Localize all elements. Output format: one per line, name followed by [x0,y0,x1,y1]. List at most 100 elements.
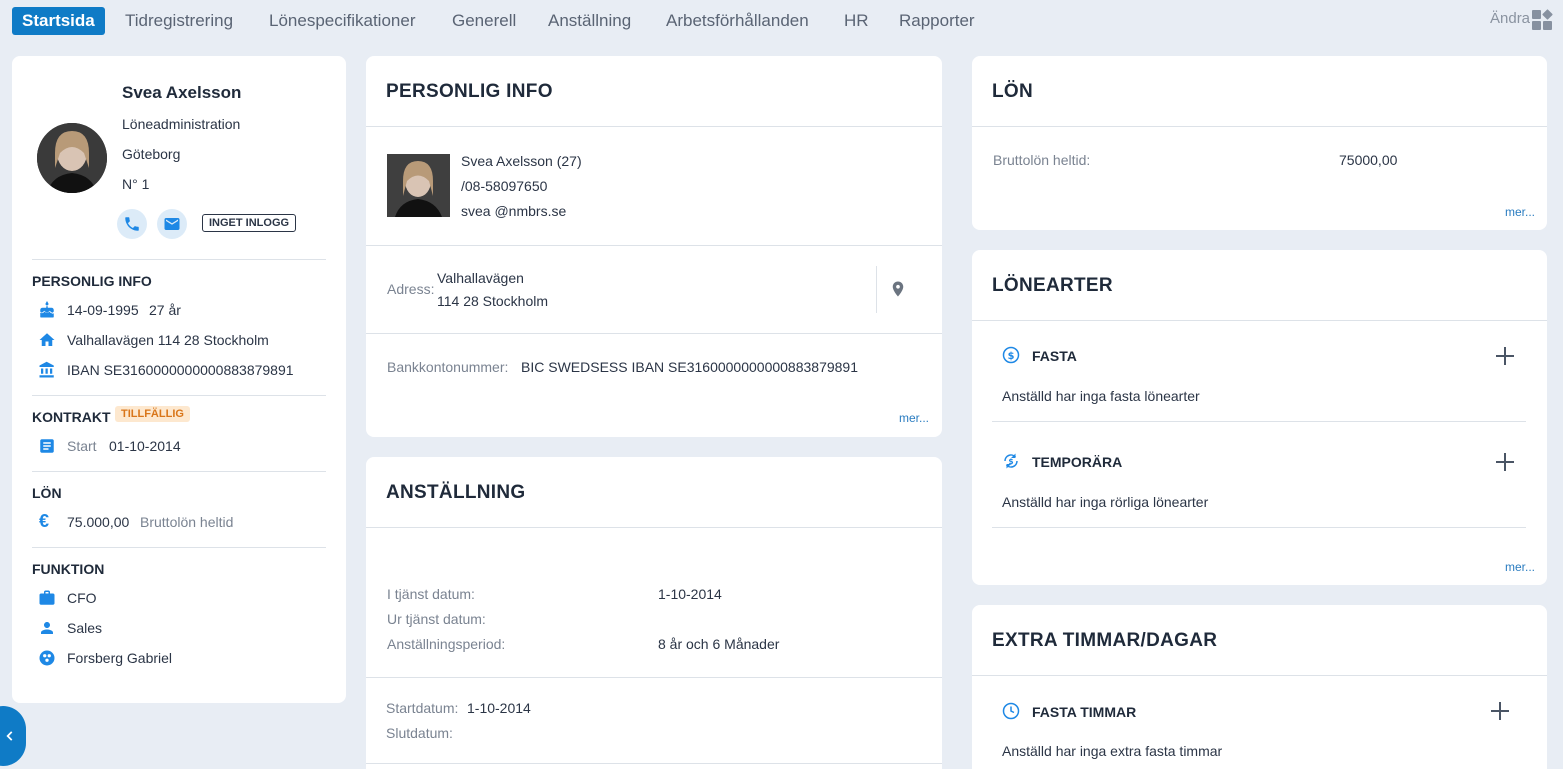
tab-rapporter[interactable]: Rapporter [889,7,985,35]
divider [32,471,326,472]
profile-iban: IBAN SE3160000000000883879891 [67,362,294,378]
divider [366,763,942,764]
divider [32,395,326,396]
home-icon [39,333,55,346]
salary-heading: LÖN [32,485,62,501]
fixed-wage-empty: Anställd har inga fasta lönearter [1002,388,1200,404]
function-title: CFO [67,590,97,606]
divider [366,126,942,127]
profile-number: N° 1 [122,176,150,192]
employee-email[interactable]: svea @nmbrs.se [461,203,566,219]
employment-card: ANSTÄLLNING I tjänst datum: 1-10-2014 Ur… [366,457,942,769]
no-login-badge: INGET INLOGG [202,214,297,232]
start-date-label: Startdatum: [386,700,459,716]
personal-info-card: PERSONLIG INFO Svea Axelsson (27) /08-58… [366,56,942,437]
chevron-left-icon [6,731,13,741]
start-date-value: 1-10-2014 [467,700,531,716]
dashboard-grid-icon[interactable] [1532,9,1554,30]
euro-icon: € [39,511,50,531]
age: 27 år [149,302,181,318]
divider [366,527,942,528]
extra-hours-card: EXTRA TIMMAR/DAGAR FASTA TIMMAR Anställd… [972,605,1547,769]
profile-name: Svea Axelsson [122,83,242,102]
birthdate: 14-09-1995 [67,302,139,318]
profile-card: Svea Axelsson Löneadministration Götebor… [12,56,346,703]
temp-wage-empty: Anställd har inga rörliga lönearter [1002,494,1209,510]
tab-arbetsforhallanden[interactable]: Arbetsförhållanden [656,7,819,35]
profile-city: Göteborg [122,146,181,162]
edit-layout-label[interactable]: Ändra [1490,10,1530,27]
document-icon [40,439,54,453]
address-line2: 114 28 Stockholm [437,293,549,309]
divider [972,320,1547,321]
dollar-circle-icon: $ [1002,346,1020,364]
address-line1: Valhallavägen [437,270,524,286]
gross-salary-label: Bruttolön heltid: [993,152,1091,168]
avatar [37,123,107,193]
email-button[interactable] [157,209,187,239]
divider [366,333,942,334]
fixed-hours-empty: Anställd har inga extra fasta timmar [1002,743,1223,759]
bank-icon [39,361,54,378]
svg-text:$: $ [1008,351,1015,362]
svg-text:$: $ [1008,457,1013,466]
card-title: PERSONLIG INFO [386,81,553,102]
employee-photo [387,154,450,217]
divider [366,677,942,678]
bank-label: Bankkontonummer: [387,359,509,375]
more-link[interactable]: mer... [899,411,929,425]
card-title: LÖNEARTER [992,275,1113,296]
tab-generell[interactable]: Generell [442,7,526,35]
gross-salary-value: 75000,00 [1339,152,1398,168]
sidebar-toggle-button[interactable] [0,706,26,766]
divider [972,126,1547,127]
function-unit: Sales [67,620,103,636]
divider [992,421,1526,422]
clock-icon [1002,702,1020,720]
in-service-value: 1-10-2014 [658,586,722,602]
phone-icon [125,217,139,231]
divider [992,527,1526,528]
out-service-label: Ur tjänst datum: [387,611,486,627]
fixed-wage-label: FASTA [1032,348,1077,364]
tab-anstallning[interactable]: Anställning [538,7,641,35]
employee-name-age: Svea Axelsson (27) [461,153,582,169]
profile-salary-label: Bruttolön heltid [140,514,234,530]
card-title: EXTRA TIMMAR/DAGAR [992,630,1218,651]
card-title: ANSTÄLLNING [386,482,526,503]
profile-salary-value: 75.000,00 [67,514,130,530]
more-link[interactable]: mer... [1505,560,1535,574]
profile-department: Löneadministration [122,116,241,132]
add-fixed-wage-button[interactable] [1495,346,1515,366]
divider [366,245,942,246]
team-icon [39,650,55,666]
tab-tidregistrering[interactable]: Tidregistrering [115,7,243,35]
map-pin-icon[interactable] [889,280,907,298]
more-link[interactable]: mer... [1505,205,1535,219]
divider [32,547,326,548]
tab-startsida[interactable]: Startsida [12,7,105,35]
add-temp-wage-button[interactable] [1495,452,1515,472]
phone-button[interactable] [117,209,147,239]
fixed-hours-label: FASTA TIMMAR [1032,704,1137,720]
contract-start-label: Start [67,438,97,454]
tab-lonespecifikationer[interactable]: Lönespecifikationer [259,7,425,35]
contract-type-badge: TILLFÄLLIG [115,406,190,422]
bank-value: BIC SWEDSESS IBAN SE31600000000008838798… [521,359,859,375]
employee-phone: /08-58097650 [461,178,548,194]
profile-address: Valhallavägen 114 28 Stockholm [67,332,269,348]
function-heading: FUNKTION [32,561,105,577]
salary-card: LÖN Bruttolön heltid: 75000,00 mer... [972,56,1547,230]
end-date-label: Slutdatum: [386,725,453,741]
personal-info-heading: PERSONLIG INFO [32,273,152,289]
in-service-label: I tjänst datum: [387,586,475,602]
period-value: 8 år och 6 Månader [658,636,780,652]
divider [32,259,326,260]
temp-wage-label: TEMPORÄRA [1032,454,1123,470]
recurring-dollar-icon: $ [1004,453,1018,469]
briefcase-icon [39,590,55,605]
add-fixed-hours-button[interactable] [1490,701,1510,721]
address-label: Adress: [387,281,435,297]
tab-hr[interactable]: HR [834,7,879,35]
wage-types-card: LÖNEARTER $ FASTA Anställd har inga fast… [972,250,1547,585]
